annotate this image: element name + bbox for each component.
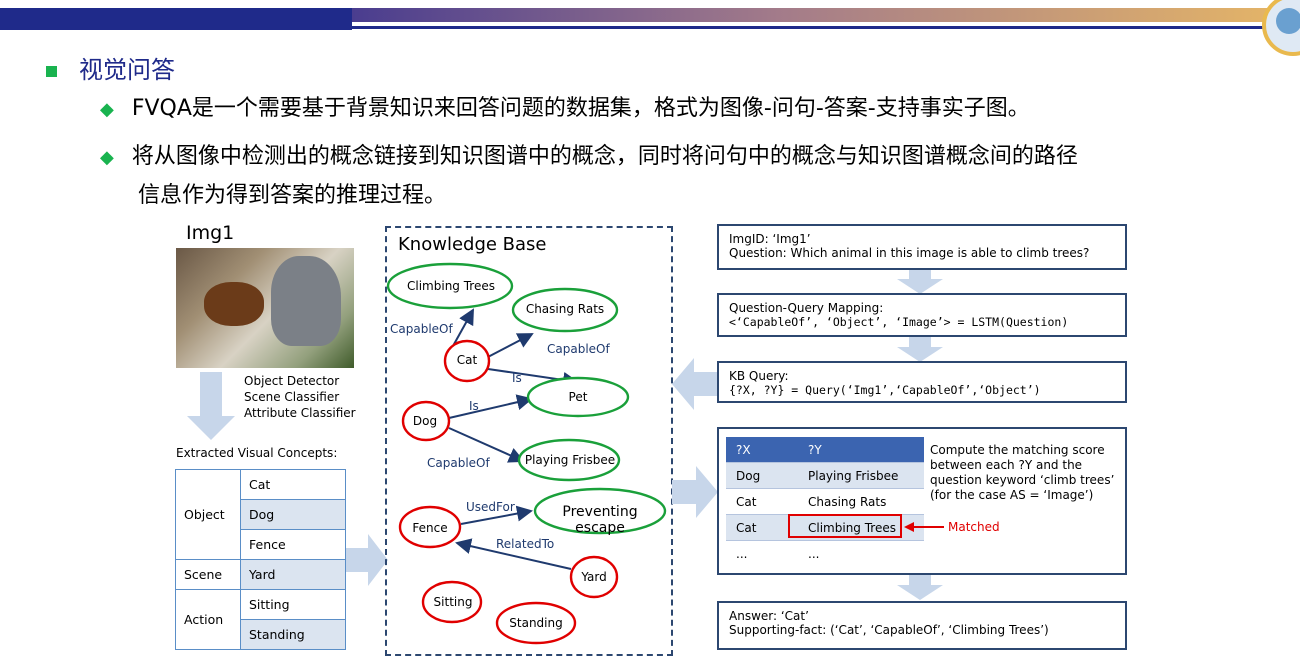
table-row: Dog Playing Frisbee: [726, 462, 924, 489]
kb-node: Pet: [568, 390, 588, 404]
question-text: Question: Which animal in this image is …: [729, 246, 1090, 260]
cat-dog-photo: [176, 248, 354, 368]
kb-node: Standing: [509, 616, 563, 630]
down-arrow-icon: [897, 337, 943, 362]
kb-node: Sitting: [433, 595, 473, 609]
bullet-2: ◆ 将从图像中检测出的概念链接到知识图谱中的概念，同时将问句中的概念与知识图谱概念…: [100, 144, 1078, 208]
detector-list: Object Detector Scene Classifier Attribu…: [244, 373, 356, 421]
bullet-1: ◆ FVQA是一个需要基于背景知识来回答问题的数据集，格式为图像-问句-答案-支持…: [100, 96, 1030, 121]
concept-value: Standing: [240, 619, 346, 650]
concept-category: Object: [175, 469, 241, 560]
down-arrow-icon: [897, 575, 943, 600]
edge-line: [485, 333, 534, 359]
mapping-formula: <‘CapableOf’, ‘Object’, ‘Image’> = LSTM(…: [729, 315, 1069, 329]
mapping-box: Question-Query Mapping: <‘CapableOf’, ‘O…: [717, 293, 1127, 337]
kb-node: Fence: [412, 521, 448, 535]
left-arrow-icon: [904, 522, 944, 532]
kb-node: Climbing Trees: [407, 279, 495, 293]
supporting-fact: Supporting-fact: (‘Cat’, ‘CapableOf’, ‘C…: [729, 623, 1049, 637]
kb-node: Yard: [581, 570, 607, 584]
kb-node: Preventing escape: [562, 504, 638, 536]
table-header: ?X: [726, 437, 798, 463]
kb-node: Dog: [412, 414, 438, 428]
kb-node: Cat: [456, 353, 478, 367]
top-banner: [0, 0, 1300, 56]
concept-value: Fence: [240, 529, 346, 560]
edge-label: CapableOf: [427, 456, 490, 470]
table-row: ......: [726, 540, 924, 566]
edge-label: Is: [469, 399, 479, 413]
kb-node: Playing Frisbee: [524, 453, 616, 467]
edge-label: CapableOf: [390, 322, 453, 336]
diamond-bullet-icon: ◆: [100, 99, 114, 120]
compute-text: Compute the matching score between each …: [930, 443, 1115, 502]
left-arrow-icon: [672, 358, 718, 410]
table-row: Cat Chasing Rats: [726, 488, 924, 515]
edge-line: [448, 394, 533, 419]
results-table: ?X ?Y Dog Playing Frisbee Cat Chasing Rats…: [726, 437, 924, 566]
visual-concepts-table: Object Cat Dog Fence Scene Yard Action S…: [175, 469, 346, 650]
kb-query-box: KB Query: {?X, ?Y} = Query(‘Img1’,‘Capab…: [717, 361, 1127, 403]
edge-label: RelatedTo: [496, 537, 555, 551]
diamond-bullet-icon: ◆: [100, 147, 114, 168]
university-logo-icon: [1262, 0, 1300, 56]
bullet-square-icon: [46, 65, 57, 77]
concept-category: Action: [175, 589, 241, 650]
down-arrow-icon: [187, 372, 235, 440]
edge-label: Is: [512, 371, 522, 385]
concept-value: Dog: [240, 499, 346, 530]
question-box: ImgID: ‘Img1’ Question: Which animal in …: [717, 224, 1127, 270]
answer-text: Answer: ‘Cat’: [729, 609, 809, 623]
section-title: 视觉问答: [46, 50, 175, 85]
down-arrow-icon: [897, 269, 943, 294]
kb-node: Chasing Rats: [525, 302, 605, 316]
concept-value: Sitting: [240, 589, 346, 620]
concept-category: Scene: [175, 559, 241, 590]
matched-label: Matched: [948, 520, 1000, 534]
kb-query-label: KB Query:: [729, 369, 789, 383]
edge-label: UsedFor: [466, 500, 515, 514]
table-header: ?Y: [798, 437, 924, 463]
concept-value: Cat: [240, 469, 346, 500]
img-id: ImgID: ‘Img1’: [729, 232, 811, 246]
kb-query-formula: {?X, ?Y} = Query(‘Img1’,‘CapableOf’,‘Obj…: [729, 383, 1041, 397]
concept-value: Yard: [240, 559, 346, 590]
img-label: Img1: [186, 222, 235, 244]
matched-highlight: [788, 514, 902, 538]
detector-label: Object Detector: [244, 374, 340, 388]
edge-label: CapableOf: [547, 342, 610, 356]
concepts-title: Extracted Visual Concepts:: [176, 446, 338, 460]
answer-box: Answer: ‘Cat’ Supporting-fact: (‘Cat’, ‘…: [717, 601, 1127, 650]
right-arrow-icon: [346, 534, 388, 586]
detector-label: Scene Classifier: [244, 390, 340, 404]
right-arrow-icon: [672, 466, 718, 518]
mapping-label: Question-Query Mapping:: [729, 301, 884, 315]
detector-label: Attribute Classifier: [244, 406, 356, 420]
